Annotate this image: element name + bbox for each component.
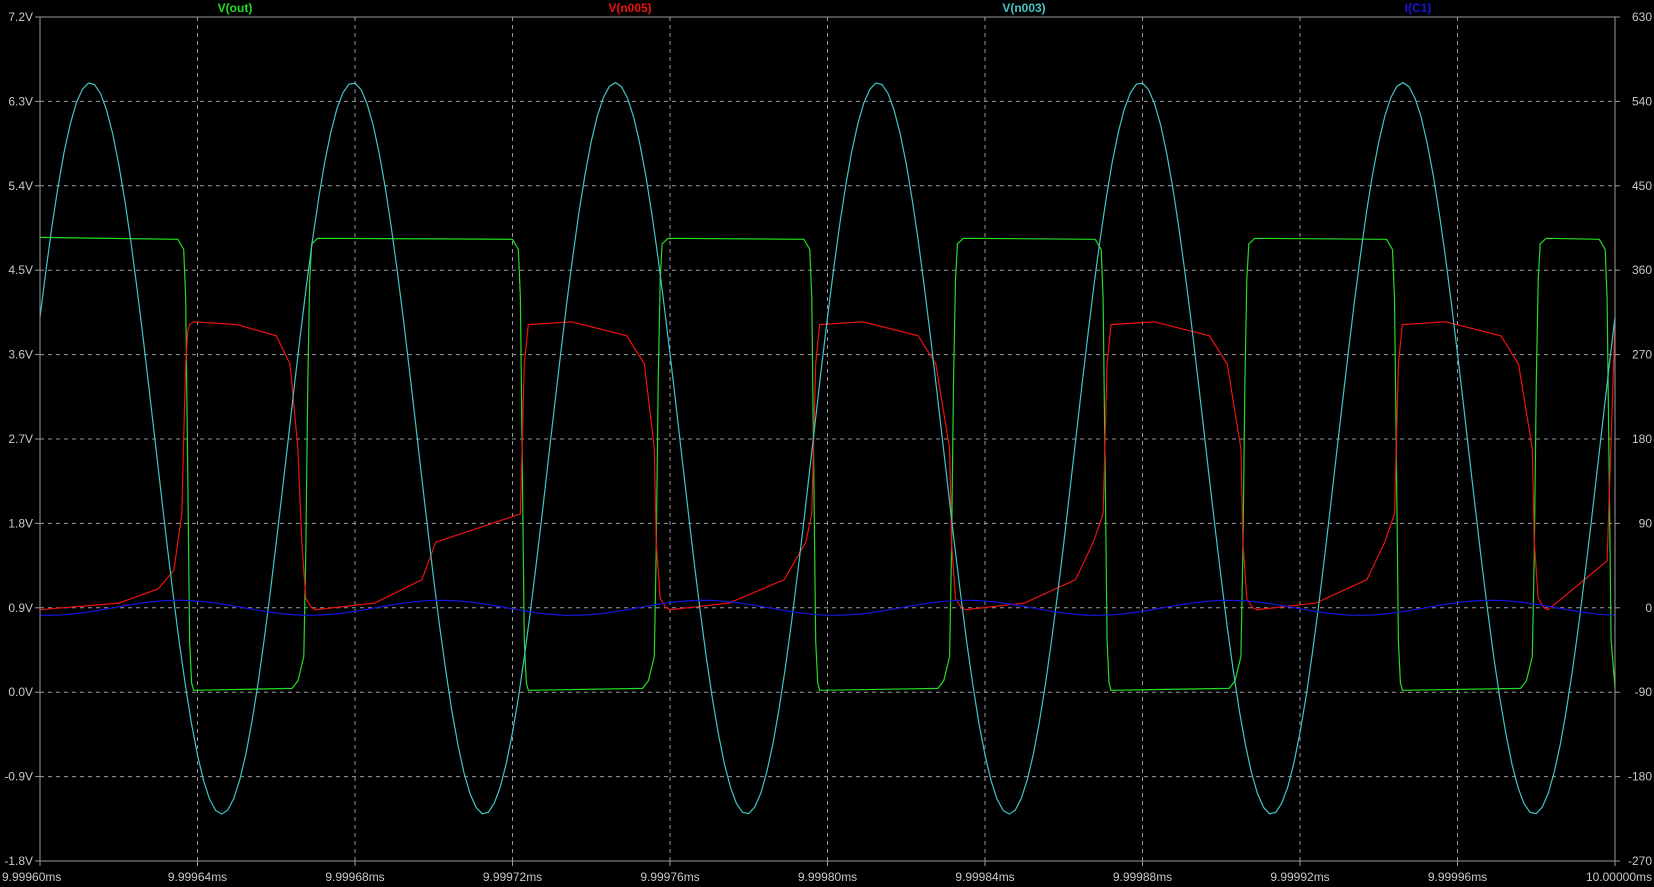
series-layer — [39, 81, 1616, 815]
y-left-tick-label: 6.3V — [8, 94, 33, 108]
y-left-tick-label: 4.5V — [8, 263, 33, 277]
y-right-tick-label: 630 — [1632, 10, 1652, 24]
legend-v-n003[interactable]: V(n003) — [1002, 1, 1045, 15]
x-tick-label: 9.99964ms — [168, 870, 227, 884]
x-tick-label: 10.00000ms — [1586, 870, 1652, 884]
y-right-tick-label: 180 — [1632, 432, 1652, 446]
y-left-tick-label: 5.4V — [8, 179, 33, 193]
x-tick-label: 9.99972ms — [483, 870, 542, 884]
legend-layer: V(out) V(n005) V(n003) I(C1) — [218, 1, 1432, 15]
legend-v-n005[interactable]: V(n005) — [608, 1, 651, 15]
y-left-tick-label: -0.9V — [4, 770, 33, 784]
y-right-tick-label: 0 — [1645, 601, 1652, 615]
legend-i-c1[interactable]: I(C1) — [1405, 1, 1432, 15]
x-tick-label: 9.99960ms — [2, 870, 61, 884]
y-right-tick-label: -90 — [1635, 685, 1653, 699]
y-right-tick-label: -180 — [1628, 770, 1652, 784]
y-left-tick-label: 3.6V — [8, 348, 33, 362]
x-tick-label: 9.99984ms — [955, 870, 1014, 884]
y-left-tick-label: 1.8V — [8, 516, 33, 530]
waveform-plot: 9.99960ms 9.99964ms 9.99968ms 9.99972ms 9.99… — [2, 1, 1652, 884]
legend-v-out[interactable]: V(out) — [218, 1, 253, 15]
y-left-tick-label: 0.9V — [8, 601, 33, 615]
y-right-tick-label: -270 — [1628, 854, 1652, 868]
x-tick-label: 9.99992ms — [1270, 870, 1329, 884]
x-tick-label: 9.99988ms — [1113, 870, 1172, 884]
y-right-tick-label: 270 — [1632, 348, 1652, 362]
x-tick-label: 9.99996ms — [1428, 870, 1487, 884]
series-v-n003 — [39, 81, 1616, 815]
y-left-tick-label: -1.8V — [4, 854, 33, 868]
y-right-tick-label: 540 — [1632, 94, 1652, 108]
y-right-tick-label: 360 — [1632, 263, 1652, 277]
x-tick-label: 9.99976ms — [640, 870, 699, 884]
y-left-tick-label: 2.7V — [8, 432, 33, 446]
y-left-tick-label: 0.0V — [8, 685, 33, 699]
x-tick-label: 9.99968ms — [325, 870, 384, 884]
x-tick-label: 9.99980ms — [798, 870, 857, 884]
axis-layer: 9.99960ms 9.99964ms 9.99968ms 9.99972ms 9.99… — [2, 10, 1652, 884]
y-left-tick-label: 7.2V — [8, 10, 33, 24]
y-right-tick-label: 450 — [1632, 179, 1652, 193]
y-right-tick-label: 90 — [1639, 516, 1653, 530]
